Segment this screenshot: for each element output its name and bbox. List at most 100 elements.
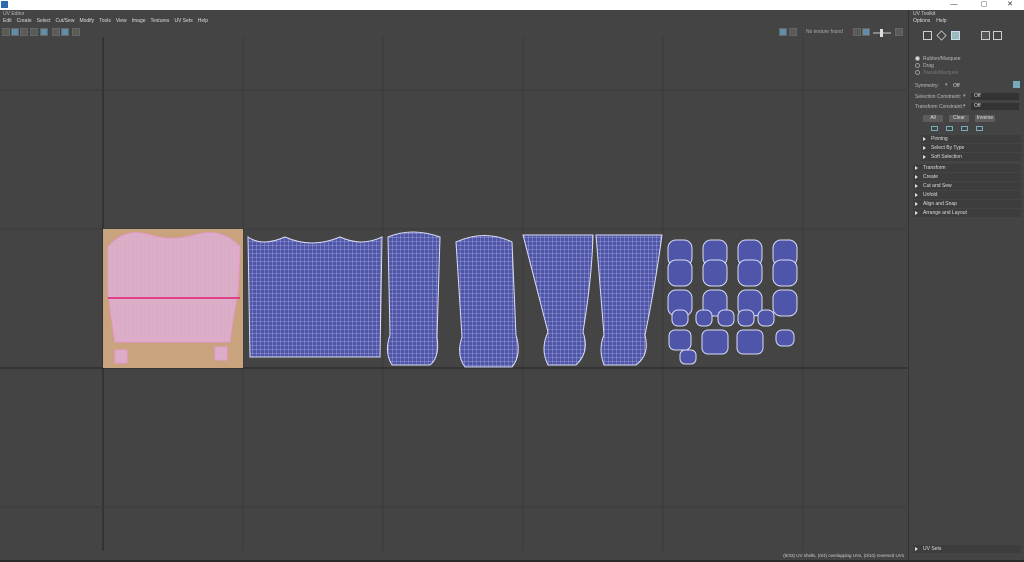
- radio-tweak-marquee[interactable]: Tweak/Marquee: [915, 70, 959, 76]
- image-channel-icon[interactable]: [779, 28, 787, 36]
- menu-cut-sew[interactable]: Cut/Sew: [56, 17, 75, 25]
- uv-viewport[interactable]: [0, 37, 907, 551]
- radio-dot-icon: [915, 56, 920, 62]
- radio-drag[interactable]: Drag: [915, 63, 934, 69]
- uv-editor-menubar: Edit Create Select Cut/Sew Modify Tools …: [0, 17, 208, 25]
- selection-constraint-dropdown[interactable]: Off: [971, 93, 1019, 100]
- menu-help[interactable]: Help: [198, 17, 208, 25]
- uv-toolkit-title: UV Toolkit: [913, 11, 936, 17]
- minimize-icon[interactable]: —: [944, 0, 964, 10]
- select-back-icon[interactable]: [976, 126, 983, 131]
- section-uv-sets[interactable]: UV Sets: [913, 545, 1021, 553]
- uv-shell-bottom-3[interactable]: [775, 329, 795, 347]
- uv-shell-small-1-2[interactable]: [737, 259, 763, 287]
- window-title-bar: — ▢ ✕: [0, 0, 1024, 10]
- filter-icon[interactable]: [72, 28, 80, 36]
- uv-shell-arm-right-wire[interactable]: [456, 235, 519, 368]
- select-front-icon[interactable]: [961, 126, 968, 131]
- section-select-by-type[interactable]: Select By Type: [921, 144, 1021, 152]
- section-cut-and-sew[interactable]: Cut and Sew: [913, 182, 1021, 190]
- select-shell-icon[interactable]: [946, 126, 953, 131]
- uv-shells[interactable]: [103, 229, 798, 368]
- inverse-button[interactable]: Inverse: [975, 115, 995, 122]
- expand-arrow-icon: [915, 174, 918, 179]
- uv-shell-arm-left-wire[interactable]: [387, 232, 440, 365]
- edge-mode-icon[interactable]: [936, 30, 947, 41]
- expand-arrow-icon: [915, 165, 918, 170]
- uv-mode-icon[interactable]: [981, 31, 990, 40]
- close-icon[interactable]: ✕: [1000, 0, 1020, 10]
- alpha-channel-icon[interactable]: [789, 28, 797, 36]
- exposure-icon[interactable]: [853, 28, 861, 36]
- gamma-icon[interactable]: [862, 28, 870, 36]
- uv-shell-ear-right-wire[interactable]: [215, 347, 227, 360]
- symmetry-icon[interactable]: [1013, 81, 1020, 88]
- uv-shell-tiny-3[interactable]: [737, 309, 755, 327]
- menu-select[interactable]: Select: [37, 17, 51, 25]
- section-label: Create: [923, 174, 939, 180]
- expand-arrow-icon: [923, 145, 926, 150]
- menu-modify[interactable]: Modify: [79, 17, 94, 25]
- texture-border-icon[interactable]: [40, 28, 48, 36]
- uv-shell-torso-wire[interactable]: [248, 237, 382, 357]
- section-align-and-snap[interactable]: Align and Snap: [913, 200, 1021, 208]
- uv-canvas[interactable]: [0, 37, 907, 551]
- section-create[interactable]: Create: [913, 173, 1021, 181]
- menu-tools[interactable]: Tools: [99, 17, 111, 25]
- view-transform-icon[interactable]: [895, 28, 903, 36]
- menu-edit[interactable]: Edit: [3, 17, 12, 25]
- menu-view[interactable]: View: [116, 17, 127, 25]
- menu-create[interactable]: Create: [17, 17, 32, 25]
- uv-shell-small-2-3[interactable]: [772, 289, 798, 317]
- uv-toolkit-panel: UV Toolkit Options Help Rubber/Marquee D…: [908, 10, 1024, 562]
- select-border-icon[interactable]: [931, 126, 938, 131]
- section-soft-selection[interactable]: Soft Selection: [921, 153, 1021, 161]
- face-mode-icon[interactable]: [951, 31, 960, 40]
- uv-shell-tiny-2[interactable]: [717, 309, 735, 327]
- uv-shell-ear-left-wire[interactable]: [115, 350, 127, 363]
- uv-shell-small-1-0[interactable]: [667, 259, 693, 287]
- shade-uv-icon[interactable]: [20, 28, 28, 36]
- image-display-icon[interactable]: [61, 28, 69, 36]
- section-unfold[interactable]: Unfold: [913, 191, 1021, 199]
- snapshot-icon[interactable]: [52, 28, 60, 36]
- chevron-down-icon: ▾: [963, 93, 966, 99]
- uv-shell-bottom-0[interactable]: [668, 329, 692, 351]
- expand-arrow-icon: [915, 201, 918, 206]
- uv-shell-tiny-0[interactable]: [671, 309, 689, 327]
- menu-image[interactable]: Image: [132, 17, 146, 25]
- maximize-icon[interactable]: ▢: [974, 0, 994, 10]
- radio-dot-icon: [915, 70, 920, 76]
- transform-constraint-dropdown[interactable]: Off: [971, 103, 1019, 110]
- clear-button[interactable]: Clear: [949, 115, 969, 122]
- distortion-icon[interactable]: [30, 28, 38, 36]
- uv-shell-leg-left-wire[interactable]: [523, 235, 593, 365]
- uv-shell-head-wire[interactable]: [108, 232, 240, 342]
- section-arrange-and-layout[interactable]: Arrange and Layout: [913, 209, 1021, 217]
- symmetry-value[interactable]: Off: [953, 83, 960, 89]
- window-app-icon: [1, 1, 8, 8]
- toolkit-menu-options[interactable]: Options: [913, 18, 930, 24]
- vertex-mode-icon[interactable]: [923, 31, 932, 40]
- radio-rubber-marquee[interactable]: Rubber/Marquee: [915, 56, 961, 62]
- gamma-slider-handle[interactable]: [880, 29, 883, 37]
- select-all-button[interactable]: All: [923, 115, 943, 122]
- uv-shell-bottom-extra[interactable]: [679, 349, 697, 365]
- uv-shell-bottom-1[interactable]: [701, 329, 729, 355]
- section-label: Soft Selection: [931, 154, 962, 160]
- uv-shell-bottom-2[interactable]: [736, 329, 764, 355]
- uv-shell-small-1-1[interactable]: [702, 259, 728, 287]
- toolkit-menu-help[interactable]: Help: [936, 18, 946, 24]
- section-transform[interactable]: Transform: [913, 164, 1021, 172]
- uv-shell-mode-icon[interactable]: [993, 31, 1002, 40]
- section-pinning[interactable]: Pinning: [921, 135, 1021, 143]
- menu-uv-sets[interactable]: UV Sets: [174, 17, 192, 25]
- uv-shell-tiny-1[interactable]: [695, 309, 713, 327]
- grid-toggle-icon[interactable]: [2, 28, 10, 36]
- transform-constraint-row: Transform Constraint: ▾ Off: [915, 103, 1019, 110]
- section-label: Align and Snap: [923, 201, 957, 207]
- checker-icon[interactable]: [11, 28, 19, 36]
- uv-shell-small-1-3[interactable]: [772, 259, 798, 287]
- uv-shell-tiny-4[interactable]: [757, 309, 775, 327]
- menu-textures[interactable]: Textures: [151, 17, 170, 25]
